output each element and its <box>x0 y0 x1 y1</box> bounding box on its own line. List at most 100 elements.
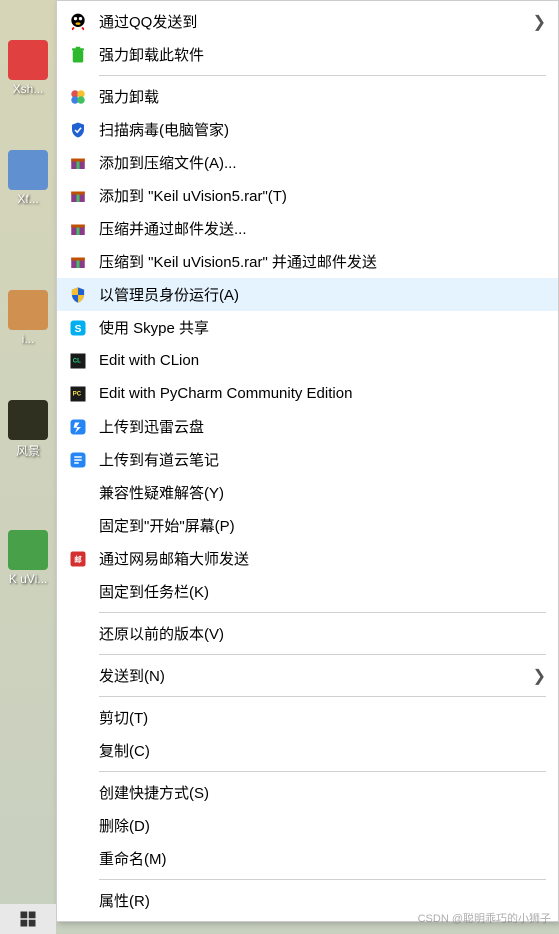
menu-item-netease-mail[interactable]: 邮 通过网易邮箱大师发送 <box>57 542 558 575</box>
desktop-icon-label: 风景 <box>16 442 40 459</box>
menu-label: 上传到迅雷云盘 <box>99 416 546 437</box>
skype-icon: S <box>67 317 89 339</box>
watermark: CSDN @聪明乖巧的小狮子 <box>418 910 551 926</box>
menu-item-restore-versions[interactable]: 还原以前的版本(V) <box>57 617 558 650</box>
winrar-icon <box>67 218 89 240</box>
chevron-right-icon: ❯ <box>533 666 546 686</box>
menu-label: 删除(D) <box>99 815 546 836</box>
menu-label: 通过网易邮箱大师发送 <box>99 548 546 569</box>
menu-label: Edit with CLion <box>99 352 546 369</box>
app-icon <box>8 290 48 330</box>
menu-label: 添加到压缩文件(A)... <box>99 152 546 173</box>
menu-label: 通过QQ发送到 <box>99 11 533 32</box>
app-icon <box>8 530 48 570</box>
youdao-icon <box>67 449 89 471</box>
menu-label: 发送到(N) <box>99 665 533 686</box>
taskbar[interactable] <box>0 904 56 934</box>
desktop-icon[interactable]: 风景 <box>4 400 52 459</box>
svg-text:邮: 邮 <box>74 554 82 564</box>
chevron-right-icon: ❯ <box>533 12 546 32</box>
menu-item-edit-pycharm[interactable]: PC Edit with PyCharm Community Edition <box>57 377 558 410</box>
menu-item-force-uninstall[interactable]: 强力卸载 <box>57 80 558 113</box>
menu-item-add-archive[interactable]: 添加到压缩文件(A)... <box>57 146 558 179</box>
menu-item-compress-email[interactable]: 压缩并通过邮件发送... <box>57 212 558 245</box>
blank-icon <box>67 890 89 912</box>
menu-item-force-uninstall-soft[interactable]: 强力卸载此软件 <box>57 38 558 71</box>
menu-label: 复制(C) <box>99 740 546 761</box>
menu-item-rename[interactable]: 重命名(M) <box>57 842 558 875</box>
menu-item-pin-taskbar[interactable]: 固定到任务栏(K) <box>57 575 558 608</box>
menu-item-upload-youdao[interactable]: 上传到有道云笔记 <box>57 443 558 476</box>
clion-icon: CL <box>67 350 89 372</box>
menu-label: 使用 Skype 共享 <box>99 317 546 338</box>
menu-label: 添加到 "Keil uVision5.rar"(T) <box>99 185 546 206</box>
menu-label: 创建快捷方式(S) <box>99 782 546 803</box>
menu-separator <box>99 696 546 697</box>
menu-label: 强力卸载此软件 <box>99 44 546 65</box>
clover-icon <box>67 86 89 108</box>
desktop-icon-label: i... <box>22 332 35 346</box>
menu-item-delete[interactable]: 删除(D) <box>57 809 558 842</box>
blank-icon <box>67 782 89 804</box>
menu-item-run-as-admin[interactable]: 以管理员身份运行(A) <box>57 278 558 311</box>
menu-item-qq-send[interactable]: 通过QQ发送到 ❯ <box>57 5 558 38</box>
menu-label: 剪切(T) <box>99 707 546 728</box>
pycharm-icon: PC <box>67 383 89 405</box>
menu-label: 强力卸载 <box>99 86 546 107</box>
desktop-icon-label: K uVi... <box>9 572 47 586</box>
desktop-icon[interactable]: K uVi... <box>4 530 52 586</box>
svg-text:S: S <box>74 322 81 334</box>
blank-icon <box>67 515 89 537</box>
menu-label: 还原以前的版本(V) <box>99 623 546 644</box>
menu-label: 扫描病毒(电脑管家) <box>99 119 546 140</box>
desktop-icon[interactable]: Xf... <box>4 150 52 206</box>
qq-icon <box>67 11 89 33</box>
trash-icon <box>67 44 89 66</box>
menu-item-send-to[interactable]: 发送到(N) ❯ <box>57 659 558 692</box>
svg-text:PC: PC <box>73 391 82 397</box>
menu-item-skype-share[interactable]: S 使用 Skype 共享 <box>57 311 558 344</box>
menu-item-scan-virus[interactable]: 扫描病毒(电脑管家) <box>57 113 558 146</box>
blank-icon <box>67 665 89 687</box>
menu-item-copy[interactable]: 复制(C) <box>57 734 558 767</box>
menu-label: 压缩并通过邮件发送... <box>99 218 546 239</box>
menu-label: 固定到任务栏(K) <box>99 581 546 602</box>
menu-label: 上传到有道云笔记 <box>99 449 546 470</box>
shield-icon <box>67 119 89 141</box>
blank-icon <box>67 707 89 729</box>
windows-start-icon[interactable] <box>19 910 37 928</box>
menu-item-edit-clion[interactable]: CL Edit with CLion <box>57 344 558 377</box>
desktop-icon-label: Xsh... <box>13 82 44 96</box>
menu-item-compress-to-rar-email[interactable]: 压缩到 "Keil uVision5.rar" 并通过邮件发送 <box>57 245 558 278</box>
desktop-icon[interactable]: i... <box>4 290 52 346</box>
winrar-icon <box>67 251 89 273</box>
blank-icon <box>67 815 89 837</box>
uac-shield-icon <box>67 284 89 306</box>
app-icon <box>8 150 48 190</box>
menu-item-compatibility[interactable]: 兼容性疑难解答(Y) <box>57 476 558 509</box>
context-menu: 通过QQ发送到 ❯ 强力卸载此软件 强力卸载 扫描病毒(电脑管家) 添加到压缩文… <box>56 0 559 922</box>
menu-item-create-shortcut[interactable]: 创建快捷方式(S) <box>57 776 558 809</box>
menu-separator <box>99 771 546 772</box>
menu-label: 属性(R) <box>99 890 546 911</box>
menu-item-add-to-rar[interactable]: 添加到 "Keil uVision5.rar"(T) <box>57 179 558 212</box>
app-icon <box>8 400 48 440</box>
xunlei-icon <box>67 416 89 438</box>
menu-label: 以管理员身份运行(A) <box>99 284 546 305</box>
menu-item-pin-start[interactable]: 固定到"开始"屏幕(P) <box>57 509 558 542</box>
blank-icon <box>67 740 89 762</box>
blank-icon <box>67 482 89 504</box>
menu-separator <box>99 654 546 655</box>
menu-label: 重命名(M) <box>99 848 546 869</box>
menu-label: Edit with PyCharm Community Edition <box>99 385 546 402</box>
desktop-icon[interactable]: Xsh... <box>4 40 52 96</box>
menu-separator <box>99 612 546 613</box>
desktop-icon-label: Xf... <box>17 192 38 206</box>
winrar-icon <box>67 185 89 207</box>
menu-separator <box>99 75 546 76</box>
blank-icon <box>67 623 89 645</box>
blank-icon <box>67 581 89 603</box>
menu-item-upload-xunlei[interactable]: 上传到迅雷云盘 <box>57 410 558 443</box>
netease-mail-icon: 邮 <box>67 548 89 570</box>
menu-item-cut[interactable]: 剪切(T) <box>57 701 558 734</box>
